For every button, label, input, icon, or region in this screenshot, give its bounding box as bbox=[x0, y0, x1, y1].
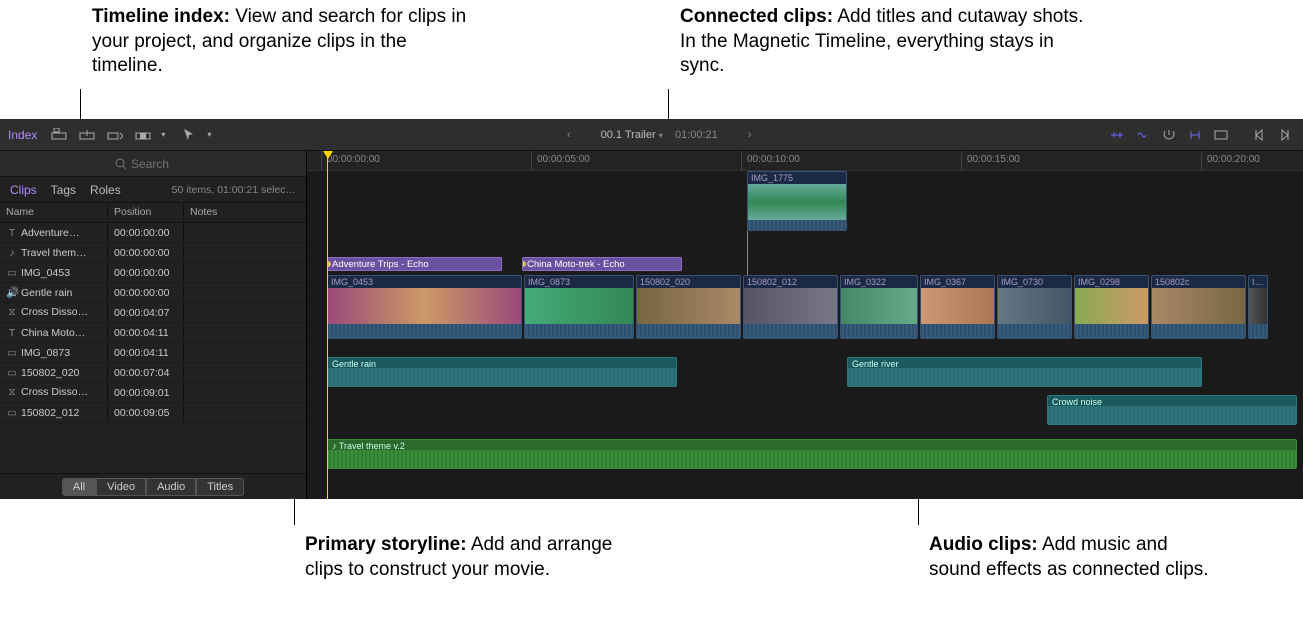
filter-titles[interactable]: Titles bbox=[196, 478, 244, 496]
solo-icon[interactable] bbox=[1159, 125, 1179, 145]
list-item[interactable]: ▭150802_02000:00:07:04 bbox=[0, 363, 306, 383]
trim-end-icon[interactable] bbox=[1275, 125, 1295, 145]
filter-all[interactable]: All bbox=[62, 478, 96, 496]
snapping-icon[interactable] bbox=[1185, 125, 1205, 145]
tab-roles[interactable]: Roles bbox=[90, 183, 121, 197]
list-item[interactable]: ⧖Cross Disso…00:00:09:01 bbox=[0, 383, 306, 403]
search-input[interactable] bbox=[131, 157, 191, 171]
timeline-area[interactable]: 00:00:00:00 00:00:05:00 00:00:10:00 00:00:1… bbox=[307, 151, 1303, 499]
primary-clip[interactable]: IMG_0730 bbox=[997, 275, 1072, 339]
tab-tags[interactable]: Tags bbox=[51, 183, 76, 197]
list-item[interactable]: TChina Moto…00:00:04:11 bbox=[0, 323, 306, 343]
filter-video[interactable]: Video bbox=[96, 478, 146, 496]
primary-clip[interactable]: IMG_0367 bbox=[920, 275, 995, 339]
chevron-down-icon[interactable]: ▾ bbox=[659, 131, 663, 140]
ruler-tick: 00:00:15:00 bbox=[967, 154, 1020, 165]
clip-label: IMG_1775 bbox=[748, 172, 846, 184]
ruler-tick: 00:00:20:00 bbox=[1207, 154, 1260, 165]
append-clip-icon[interactable] bbox=[105, 125, 125, 145]
ruler-tick: 00:00:05:00 bbox=[537, 154, 590, 165]
primary-clip[interactable]: IMG_0322 bbox=[840, 275, 918, 339]
primary-clip[interactable]: 150802c bbox=[1151, 275, 1246, 339]
primary-clip[interactable]: 150802_012 bbox=[743, 275, 838, 339]
primary-clip[interactable]: IMG_0298 bbox=[1074, 275, 1149, 339]
search-icon bbox=[115, 158, 127, 170]
audio-clip[interactable]: Gentle river bbox=[847, 357, 1202, 387]
ruler-tick: 00:00:00:00 bbox=[327, 154, 380, 165]
trim-start-icon[interactable] bbox=[1249, 125, 1269, 145]
list-item[interactable]: ⧖Cross Disso…00:00:04:07 bbox=[0, 303, 306, 323]
primary-clip[interactable]: IMG_0873 bbox=[524, 275, 634, 339]
skimming-icon[interactable] bbox=[1107, 125, 1127, 145]
col-header-position[interactable]: Position bbox=[108, 203, 184, 222]
project-name[interactable]: 00.1 Trailer bbox=[601, 129, 656, 141]
title-clip[interactable]: Adventure Trips - Echo bbox=[327, 257, 502, 271]
project-timecode: 01:00:21 bbox=[675, 129, 718, 141]
index-button[interactable]: Index bbox=[8, 128, 37, 142]
callout-audio-clips: Audio clips: Add music and sound effects… bbox=[929, 533, 1209, 582]
clip-appearance-icon[interactable] bbox=[1211, 125, 1231, 145]
chevron-down-icon[interactable]: ▾ bbox=[161, 130, 165, 139]
title-clip[interactable]: China Moto-trek - Echo bbox=[522, 257, 682, 271]
connect-clip-icon[interactable] bbox=[49, 125, 69, 145]
selection-summary: 50 items, 01:00:21 selec… bbox=[172, 184, 296, 196]
select-tool-icon[interactable] bbox=[179, 125, 199, 145]
music-clip[interactable]: ♪ Travel theme v.2 bbox=[327, 439, 1297, 469]
list-item[interactable]: ▭150802_01200:00:09:05 bbox=[0, 403, 306, 423]
time-ruler[interactable]: 00:00:00:00 00:00:05:00 00:00:10:00 00:00:1… bbox=[307, 151, 1303, 171]
chevron-right-icon[interactable]: › bbox=[748, 129, 752, 141]
list-item[interactable]: TAdventure…00:00:00:00 bbox=[0, 223, 306, 243]
callout-primary-storyline: Primary storyline: Add and arrange clips… bbox=[305, 533, 625, 582]
callout-connected-clips: Connected clips: Add titles and cutaway … bbox=[680, 5, 1090, 79]
clip-thumbnail bbox=[748, 184, 846, 220]
list-item[interactable]: 🔊Gentle rain00:00:00:00 bbox=[0, 283, 306, 303]
audio-clip[interactable]: Crowd noise bbox=[1047, 395, 1297, 425]
filter-audio[interactable]: Audio bbox=[146, 478, 196, 496]
toolbar: Index ▾ ▾ ‹ 00.1 Trailer ▾ 01:00:21 › bbox=[0, 119, 1303, 151]
audio-skimming-icon[interactable] bbox=[1133, 125, 1153, 145]
playhead[interactable] bbox=[327, 151, 328, 499]
chevron-down-icon[interactable]: ▾ bbox=[207, 130, 211, 139]
callout-timeline-index: Timeline index: View and search for clip… bbox=[92, 5, 472, 79]
col-header-notes[interactable]: Notes bbox=[184, 203, 306, 222]
insert-clip-icon[interactable] bbox=[77, 125, 97, 145]
primary-clip[interactable]: IMG_0453 bbox=[327, 275, 522, 339]
list-item[interactable]: ▭IMG_087300:00:04:11 bbox=[0, 343, 306, 363]
list-item[interactable]: ♪Travel them…00:00:00:00 bbox=[0, 243, 306, 263]
col-header-name[interactable]: Name bbox=[0, 203, 108, 222]
tab-clips[interactable]: Clips bbox=[10, 183, 37, 197]
tracks-area: IMG_1775 Adventure Trips - Echo China Mo… bbox=[307, 171, 1303, 499]
clip-waveform bbox=[748, 220, 846, 231]
ruler-tick: 00:00:10:00 bbox=[747, 154, 800, 165]
connected-clip[interactable]: IMG_1775 bbox=[747, 171, 847, 231]
playhead-head-icon bbox=[323, 151, 333, 159]
primary-clip[interactable]: 150802_020 bbox=[636, 275, 741, 339]
connector bbox=[747, 231, 748, 276]
list-item[interactable]: ▭IMG_045300:00:00:00 bbox=[0, 263, 306, 283]
audio-clip[interactable]: Gentle rain bbox=[327, 357, 677, 387]
timeline-index-panel: Clips Tags Roles 50 items, 01:00:21 sele… bbox=[0, 151, 307, 499]
chevron-left-icon[interactable]: ‹ bbox=[567, 129, 571, 141]
overwrite-clip-icon[interactable] bbox=[133, 125, 153, 145]
app-window: Index ▾ ▾ ‹ 00.1 Trailer ▾ 01:00:21 › bbox=[0, 119, 1303, 499]
primary-clip[interactable]: I… bbox=[1248, 275, 1268, 339]
